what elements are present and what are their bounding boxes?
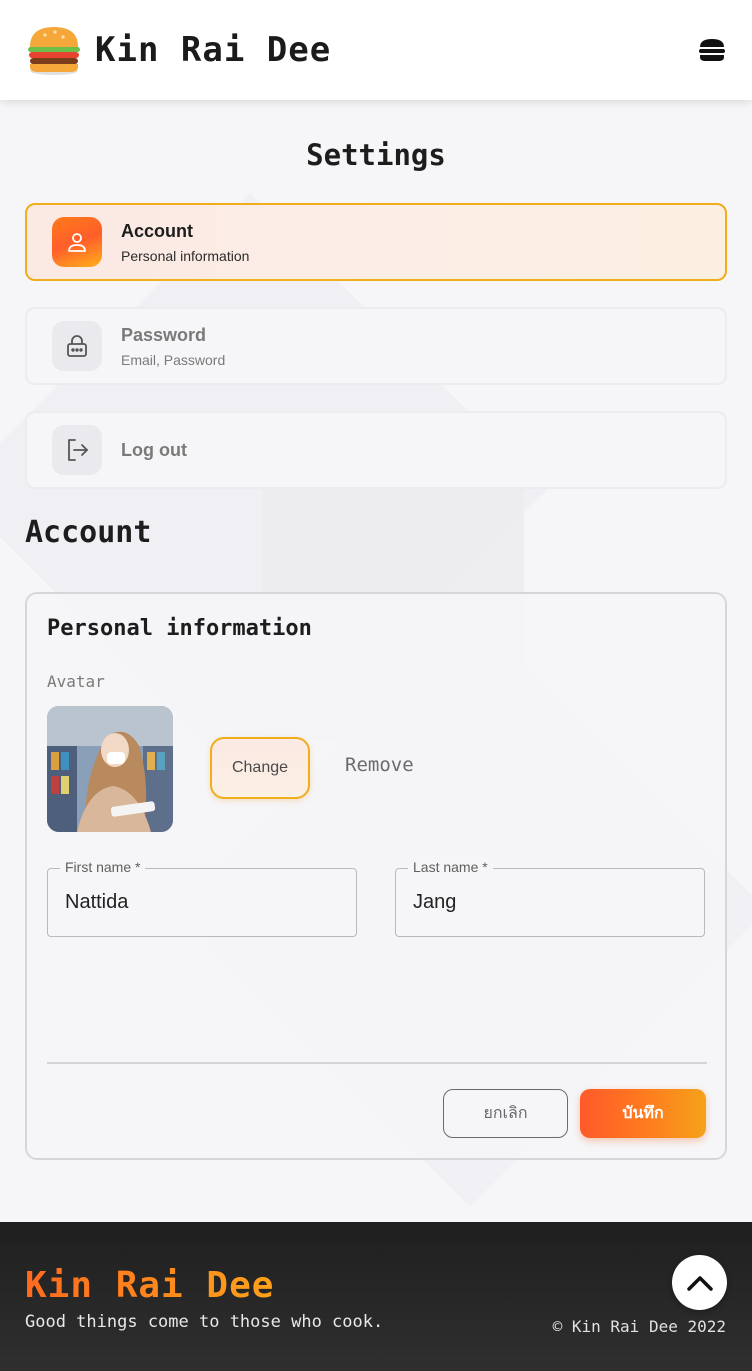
settings-item-logout[interactable]: Log out	[25, 411, 727, 489]
personal-info-panel: Personal information Avatar Change Remov…	[25, 592, 727, 1160]
divider	[47, 1062, 707, 1064]
footer-copyright: © Kin Rai Dee 2022	[552, 1317, 726, 1336]
lock-icon	[52, 321, 102, 371]
chevron-up-icon	[686, 1275, 713, 1291]
top-navbar: Kin Rai Dee	[0, 0, 752, 100]
change-avatar-button[interactable]: Change	[210, 737, 310, 799]
burger-menu-icon[interactable]	[697, 35, 727, 65]
last-name-field: Last name *	[395, 859, 705, 937]
footer: Kin Rai Dee Good things come to those wh…	[0, 1222, 752, 1371]
last-name-input[interactable]	[396, 869, 704, 936]
panel-title: Personal information	[47, 616, 312, 641]
footer-tagline: Good things come to those who cook.	[25, 1312, 384, 1332]
settings-item-sublabel: Personal information	[121, 247, 250, 264]
settings-item-sublabel: Email, Password	[121, 351, 226, 368]
settings-item-label: Log out	[121, 439, 187, 460]
save-button[interactable]: บันทึก	[580, 1089, 706, 1138]
settings-item-password[interactable]: Password Email, Password	[25, 307, 727, 385]
avatar-label: Avatar	[47, 672, 105, 691]
user-icon	[52, 217, 102, 267]
settings-item-account[interactable]: Account Personal information	[25, 203, 727, 281]
cancel-button[interactable]: ยกเลิก	[443, 1089, 568, 1138]
scroll-top-button[interactable]	[672, 1255, 727, 1310]
avatar	[47, 706, 173, 832]
footer-brand: Kin Rai Dee	[25, 1265, 275, 1306]
burger-icon[interactable]	[25, 21, 83, 79]
account-section-title: Account	[25, 515, 152, 550]
first-name-input[interactable]	[48, 869, 356, 936]
first-name-field: First name *	[47, 859, 357, 937]
remove-avatar-button[interactable]: Remove	[345, 754, 414, 776]
logout-icon	[52, 425, 102, 475]
settings-item-label: Account	[121, 220, 193, 241]
settings-item-label: Password	[121, 324, 207, 345]
settings-title: Settings	[306, 138, 446, 172]
brand-title[interactable]: Kin Rai Dee	[95, 30, 331, 70]
